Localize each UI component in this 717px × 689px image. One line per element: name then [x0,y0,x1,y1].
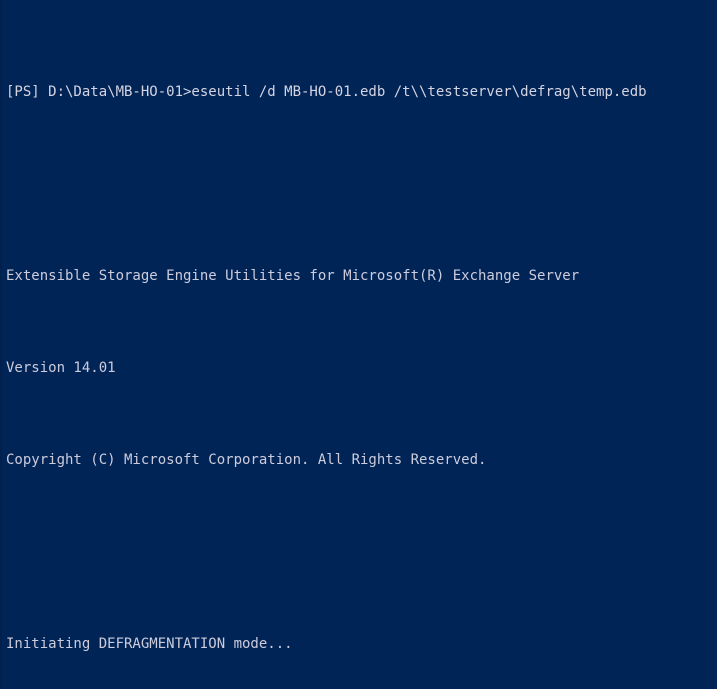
banner-copyright-line: Copyright (C) Microsoft Corporation. All… [6,452,487,468]
command-prompt-line: [PS] D:\Data\MB-HO-01>eseutil /d MB-HO-0… [6,84,647,100]
banner-version-line: Version 14.01 [6,360,116,376]
banner-title-line: Extensible Storage Engine Utilities for … [6,268,580,284]
defrag-mode-line: Initiating DEFRAGMENTATION mode... [6,636,293,652]
console-output-area: [PS] D:\Data\MB-HO-01>eseutil /d MB-HO-0… [6,12,717,689]
powershell-console-window[interactable]: [PS] D:\Data\MB-HO-01>eseutil /d MB-HO-0… [0,0,717,689]
